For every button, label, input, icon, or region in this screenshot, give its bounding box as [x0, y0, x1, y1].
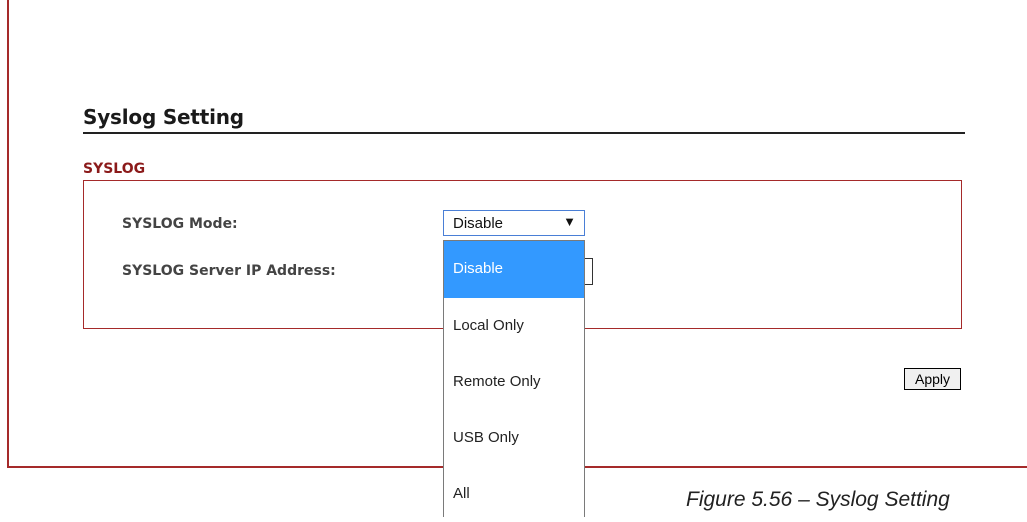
- option-remote-only[interactable]: Remote Only: [444, 354, 584, 410]
- page-title: Syslog Setting: [83, 105, 244, 129]
- syslog-server-ip-label: SYSLOG Server IP Address:: [122, 263, 336, 279]
- title-divider: [83, 132, 965, 134]
- syslog-mode-selected-value: Disable: [453, 215, 504, 232]
- option-usb-only[interactable]: USB Only: [444, 410, 584, 466]
- syslog-group-label: SYSLOG: [83, 161, 146, 177]
- dropdown-arrow-icon: ▼: [563, 214, 576, 229]
- figure-caption: Figure 5.56 – Syslog Setting: [686, 488, 950, 511]
- frame-left-border: [7, 0, 9, 468]
- option-all[interactable]: All: [444, 466, 584, 522]
- apply-button[interactable]: Apply: [904, 368, 961, 390]
- syslog-mode-dropdown-list: Disable Local Only Remote Only USB Only …: [443, 240, 585, 517]
- option-disable[interactable]: Disable: [444, 241, 584, 298]
- option-local-only[interactable]: Local Only: [444, 298, 584, 354]
- syslog-mode-label: SYSLOG Mode:: [122, 216, 238, 232]
- syslog-mode-select[interactable]: Disable ▼: [443, 210, 585, 236]
